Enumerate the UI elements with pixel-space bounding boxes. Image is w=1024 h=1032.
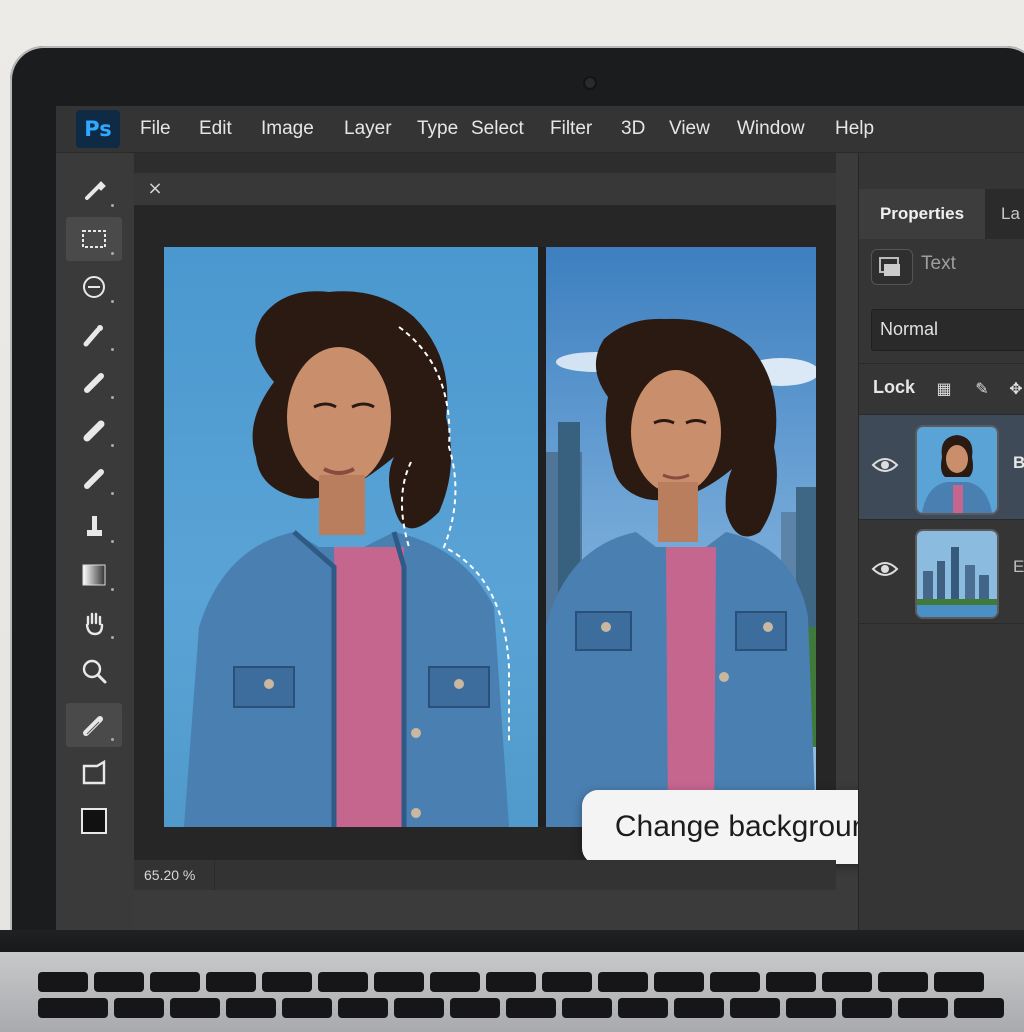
menu-type[interactable]: Type bbox=[417, 114, 458, 144]
key bbox=[114, 998, 164, 1018]
layer-name: B bbox=[1013, 453, 1024, 472]
key bbox=[786, 998, 836, 1018]
key bbox=[338, 998, 388, 1018]
menu-edit[interactable]: Edit bbox=[199, 114, 232, 144]
tab-properties[interactable]: Properties bbox=[859, 189, 985, 239]
lock-brush-icon[interactable]: ✎ bbox=[971, 378, 993, 400]
close-icon[interactable]: × bbox=[144, 177, 166, 201]
lock-pixels-icon[interactable]: ▦ bbox=[933, 378, 955, 400]
key bbox=[954, 998, 1004, 1018]
edit-pen-icon[interactable] bbox=[66, 703, 122, 747]
menu-layer[interactable]: Layer bbox=[344, 114, 392, 144]
key bbox=[542, 972, 592, 992]
key bbox=[674, 998, 724, 1018]
foreground-color-icon[interactable] bbox=[66, 799, 122, 843]
menu-view[interactable]: View bbox=[669, 114, 710, 144]
key bbox=[150, 972, 200, 992]
key bbox=[38, 998, 108, 1018]
key bbox=[430, 972, 480, 992]
zoom-icon[interactable] bbox=[66, 649, 122, 693]
key bbox=[94, 972, 144, 992]
tools-panel bbox=[56, 153, 135, 930]
blend-mode-value: Normal bbox=[880, 319, 939, 339]
eraser-icon[interactable] bbox=[66, 409, 122, 453]
eye-icon[interactable] bbox=[871, 557, 899, 581]
menu-window[interactable]: Window bbox=[737, 114, 805, 144]
eye-icon[interactable] bbox=[871, 453, 899, 477]
menu-file[interactable]: File bbox=[140, 114, 171, 144]
key bbox=[934, 972, 984, 992]
key bbox=[842, 998, 892, 1018]
text-properties-row: Text bbox=[859, 241, 1024, 291]
stamp-icon[interactable] bbox=[66, 505, 122, 549]
lasso-icon[interactable] bbox=[66, 265, 122, 309]
app-window: Ps File Edit Image Layer Type Select Fil… bbox=[56, 106, 1024, 930]
key bbox=[486, 972, 536, 992]
key bbox=[878, 972, 928, 992]
key bbox=[730, 998, 780, 1018]
key bbox=[562, 998, 612, 1018]
lock-label: Lock bbox=[873, 377, 916, 397]
panel-tabs: Properties La bbox=[859, 189, 1024, 239]
app-logo: Ps bbox=[76, 110, 120, 148]
marquee-icon[interactable] bbox=[66, 217, 122, 261]
key bbox=[282, 998, 332, 1018]
key bbox=[262, 972, 312, 992]
layer-row[interactable]: B bbox=[859, 415, 1024, 520]
key bbox=[170, 998, 220, 1018]
key bbox=[394, 998, 444, 1018]
blend-mode-select[interactable]: Normal bbox=[871, 309, 1024, 351]
key bbox=[206, 972, 256, 992]
key bbox=[38, 972, 88, 992]
spot-heal-icon[interactable] bbox=[66, 361, 122, 405]
layer-thumbnail bbox=[915, 425, 999, 515]
key bbox=[618, 998, 668, 1018]
menu-bar: Ps File Edit Image Layer Type Select Fil… bbox=[56, 106, 1024, 153]
menu-help[interactable]: Help bbox=[835, 114, 874, 144]
status-bar: 65.20 % bbox=[134, 860, 836, 890]
pencil-icon[interactable] bbox=[66, 457, 122, 501]
key bbox=[506, 998, 556, 1018]
compare-divider[interactable] bbox=[538, 247, 546, 827]
zoom-level[interactable]: 65.20 % bbox=[144, 867, 195, 883]
document-footer bbox=[134, 890, 836, 930]
tab-layers[interactable]: La bbox=[1001, 189, 1020, 239]
gradient-icon[interactable] bbox=[66, 553, 122, 597]
key bbox=[374, 972, 424, 992]
key bbox=[226, 998, 276, 1018]
brush-icon[interactable] bbox=[66, 313, 122, 357]
keyboard bbox=[38, 968, 1024, 1028]
layer-thumbnail bbox=[915, 529, 999, 619]
lock-row: Lock ▦ ✎ ✥ bbox=[859, 363, 1024, 415]
key bbox=[318, 972, 368, 992]
key bbox=[450, 998, 500, 1018]
menu-3d[interactable]: 3D bbox=[621, 114, 645, 144]
menu-filter[interactable]: Filter bbox=[550, 114, 592, 144]
menu-select[interactable]: Select bbox=[471, 114, 524, 144]
webcam-icon bbox=[585, 78, 595, 88]
move-icon[interactable] bbox=[66, 169, 122, 213]
crop-frame-icon[interactable] bbox=[66, 751, 122, 795]
result-photo bbox=[546, 247, 816, 827]
text-layer-icon bbox=[871, 249, 913, 285]
key bbox=[710, 972, 760, 992]
layer-name: E bbox=[1013, 557, 1024, 576]
lock-move-icon[interactable]: ✥ bbox=[1005, 378, 1024, 400]
layer-row[interactable]: E bbox=[859, 519, 1024, 624]
document-tab: × bbox=[134, 173, 836, 205]
key bbox=[654, 972, 704, 992]
properties-panel: Properties La Text Normal Lock ▦ ✎ ✥ B E bbox=[858, 153, 1024, 930]
original-photo bbox=[164, 247, 538, 827]
document-area: × Change background 65.20 % bbox=[134, 153, 918, 930]
text-label: Text bbox=[921, 253, 956, 274]
canvas[interactable]: Change background bbox=[134, 205, 918, 864]
key bbox=[822, 972, 872, 992]
hand-icon[interactable] bbox=[66, 601, 122, 645]
menu-image[interactable]: Image bbox=[261, 114, 314, 144]
key bbox=[898, 998, 948, 1018]
status-divider bbox=[214, 860, 215, 890]
key bbox=[766, 972, 816, 992]
key bbox=[598, 972, 648, 992]
